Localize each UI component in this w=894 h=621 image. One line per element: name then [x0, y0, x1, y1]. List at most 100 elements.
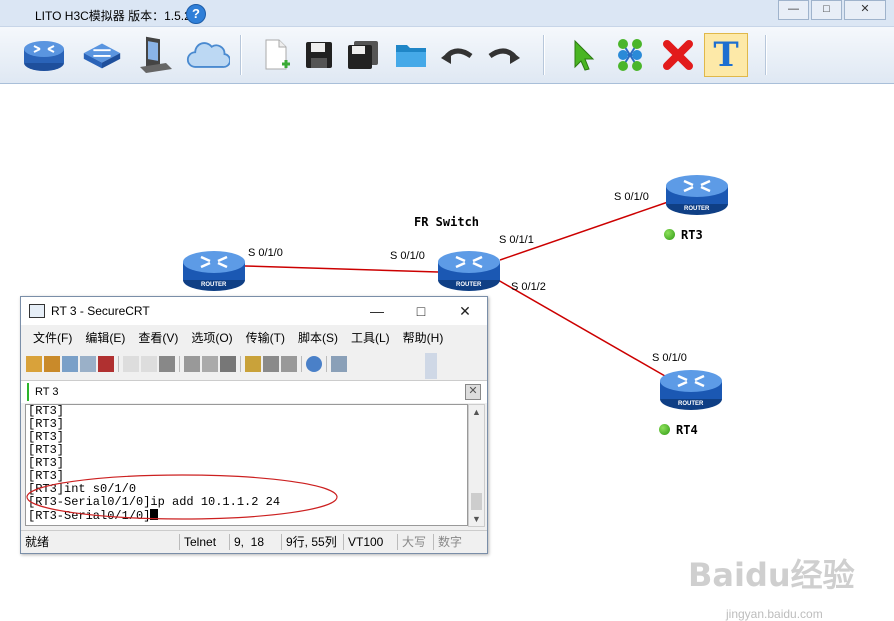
scroll-down-icon[interactable]: ▼ [472, 514, 481, 524]
menu-file[interactable]: 文件(F) [27, 327, 78, 349]
switch-icon[interactable] [80, 33, 124, 77]
menu-transfer[interactable]: 传输(T) [240, 327, 291, 349]
tab-close-icon[interactable]: ✕ [465, 384, 481, 400]
printer-icon[interactable] [220, 356, 236, 372]
router-left[interactable]: ROUTER [181, 246, 247, 297]
crt-toolbar [25, 354, 441, 374]
pc-icon[interactable] [134, 33, 178, 77]
main-toolbar: T [0, 27, 894, 84]
terminal[interactable]: [RT3] [RT3] [RT3] [RT3] [RT3] [RT3] [RT3… [25, 404, 468, 526]
router-label: ROUTER [456, 282, 482, 288]
fr-switch[interactable]: ROUTER [436, 246, 502, 297]
menu-options[interactable]: 选项(O) [185, 327, 238, 349]
sftp-icon[interactable] [331, 356, 347, 372]
port-label: S 0/1/0 [248, 247, 283, 259]
router-label: ROUTER [678, 401, 704, 407]
link-fr-rt3 [499, 201, 669, 261]
print-icon[interactable] [184, 356, 200, 372]
rt4-name: RT4 [659, 423, 698, 437]
port-label: S 0/1/1 [499, 234, 534, 246]
quick-connect-icon[interactable] [44, 356, 60, 372]
watermark-logo: Baidu经验 [688, 556, 855, 594]
text-icon[interactable]: T [704, 33, 748, 77]
menu-script[interactable]: 脚本(S) [292, 327, 344, 349]
keymap-icon[interactable] [281, 356, 297, 372]
find-icon[interactable] [159, 356, 175, 372]
menu-view[interactable]: 查看(V) [132, 327, 184, 349]
crt-close-button[interactable]: ✕ [443, 297, 487, 325]
connect-tab-icon[interactable] [62, 356, 78, 372]
crt-title: RT 3 - SecureCRT [51, 304, 150, 318]
disconnect-icon[interactable] [98, 356, 114, 372]
status-cursor: 9, 18 [229, 534, 268, 550]
status-dot-icon [659, 424, 670, 435]
close-button[interactable]: ✕ [844, 0, 886, 20]
tab-rt3[interactable]: RT 3 [27, 383, 64, 401]
crt-maximize-button[interactable]: □ [399, 297, 443, 325]
annotation-ellipse [26, 474, 338, 520]
reconnect-icon[interactable] [80, 356, 96, 372]
router-rt4[interactable]: ROUTER [658, 365, 724, 416]
title-bar: LITO H3C模拟器 版本：1.5.2 ? — □ ✕ [0, 0, 894, 27]
copy-icon[interactable] [123, 356, 139, 372]
scroll-up-icon[interactable]: ▲ [472, 407, 481, 417]
terminal-line: [RT3] [28, 456, 65, 470]
status-dot-icon [664, 229, 675, 240]
terminal-scrollbar[interactable]: ▲ ▼ [468, 404, 485, 527]
router-label: ROUTER [201, 282, 227, 288]
pointer-icon[interactable] [562, 33, 606, 77]
toolbar-overflow-icon[interactable] [425, 353, 437, 379]
status-protocol: Telnet [179, 534, 220, 550]
undo-icon[interactable] [435, 33, 479, 77]
status-num: 数字 [433, 534, 466, 550]
router-rt3[interactable]: ROUTER [664, 170, 730, 221]
cloud-icon[interactable] [186, 33, 230, 77]
session-options-icon[interactable] [245, 356, 261, 372]
paste-icon[interactable] [141, 356, 157, 372]
redo-icon[interactable] [482, 33, 526, 77]
maximize-button[interactable]: □ [811, 0, 842, 20]
question-icon[interactable]: ? [186, 4, 206, 24]
help-icon[interactable] [306, 356, 322, 372]
terminal-line: [RT3] [28, 404, 65, 418]
connect-icon[interactable] [608, 33, 652, 77]
crt-window-controls: — □ ✕ [355, 297, 487, 325]
link-rtleft-fr [244, 265, 439, 273]
delete-icon[interactable] [656, 33, 700, 77]
terminal-line: [RT3] [28, 443, 65, 457]
crt-minimize-button[interactable]: — [355, 297, 399, 325]
minimize-button[interactable]: — [778, 0, 809, 20]
securecrt-window: RT 3 - SecureCRT — □ ✕ 文件(F) 编辑(E) 查看(V)… [20, 296, 488, 554]
port-label: S 0/1/2 [511, 281, 546, 293]
menu-edit[interactable]: 编辑(E) [79, 327, 131, 349]
status-position: 9行, 55列 [281, 534, 341, 550]
securecrt-icon [29, 304, 45, 318]
window-controls: — □ ✕ [776, 0, 886, 20]
new-file-icon[interactable] [253, 33, 297, 77]
link-fr-rt4 [497, 279, 666, 377]
crt-title-bar: RT 3 - SecureCRT — □ ✕ [21, 297, 487, 325]
print-selection-icon[interactable] [202, 356, 218, 372]
status-ready: 就绪 [25, 535, 50, 549]
router-label: ROUTER [684, 206, 710, 212]
status-emulation: VT100 [343, 534, 387, 550]
connect-icon[interactable] [26, 356, 42, 372]
terminal-line: [RT3] [28, 430, 65, 444]
app-title: LITO H3C模拟器 版本：1.5.2 [35, 9, 191, 23]
save-as-icon[interactable] [341, 33, 385, 77]
port-label: S 0/1/0 [614, 191, 649, 203]
save-icon[interactable] [297, 33, 341, 77]
global-options-icon[interactable] [263, 356, 279, 372]
router-icon[interactable] [22, 33, 66, 77]
rt3-name: RT3 [664, 228, 703, 242]
scroll-thumb[interactable] [471, 493, 482, 510]
menu-help[interactable]: 帮助(H) [397, 327, 450, 349]
open-folder-icon[interactable] [389, 33, 433, 77]
terminal-line: [RT3] [28, 417, 65, 431]
crt-tab-bar: RT 3 ✕ [21, 380, 487, 403]
watermark-url: jingyan.baidu.com [726, 607, 823, 621]
menu-tools[interactable]: 工具(L) [345, 327, 396, 349]
port-label: S 0/1/0 [652, 352, 687, 364]
fr-switch-name: FR Switch [414, 215, 480, 229]
crt-menubar: 文件(F) 编辑(E) 查看(V) 选项(O) 传输(T) 脚本(S) 工具(L… [21, 327, 487, 349]
